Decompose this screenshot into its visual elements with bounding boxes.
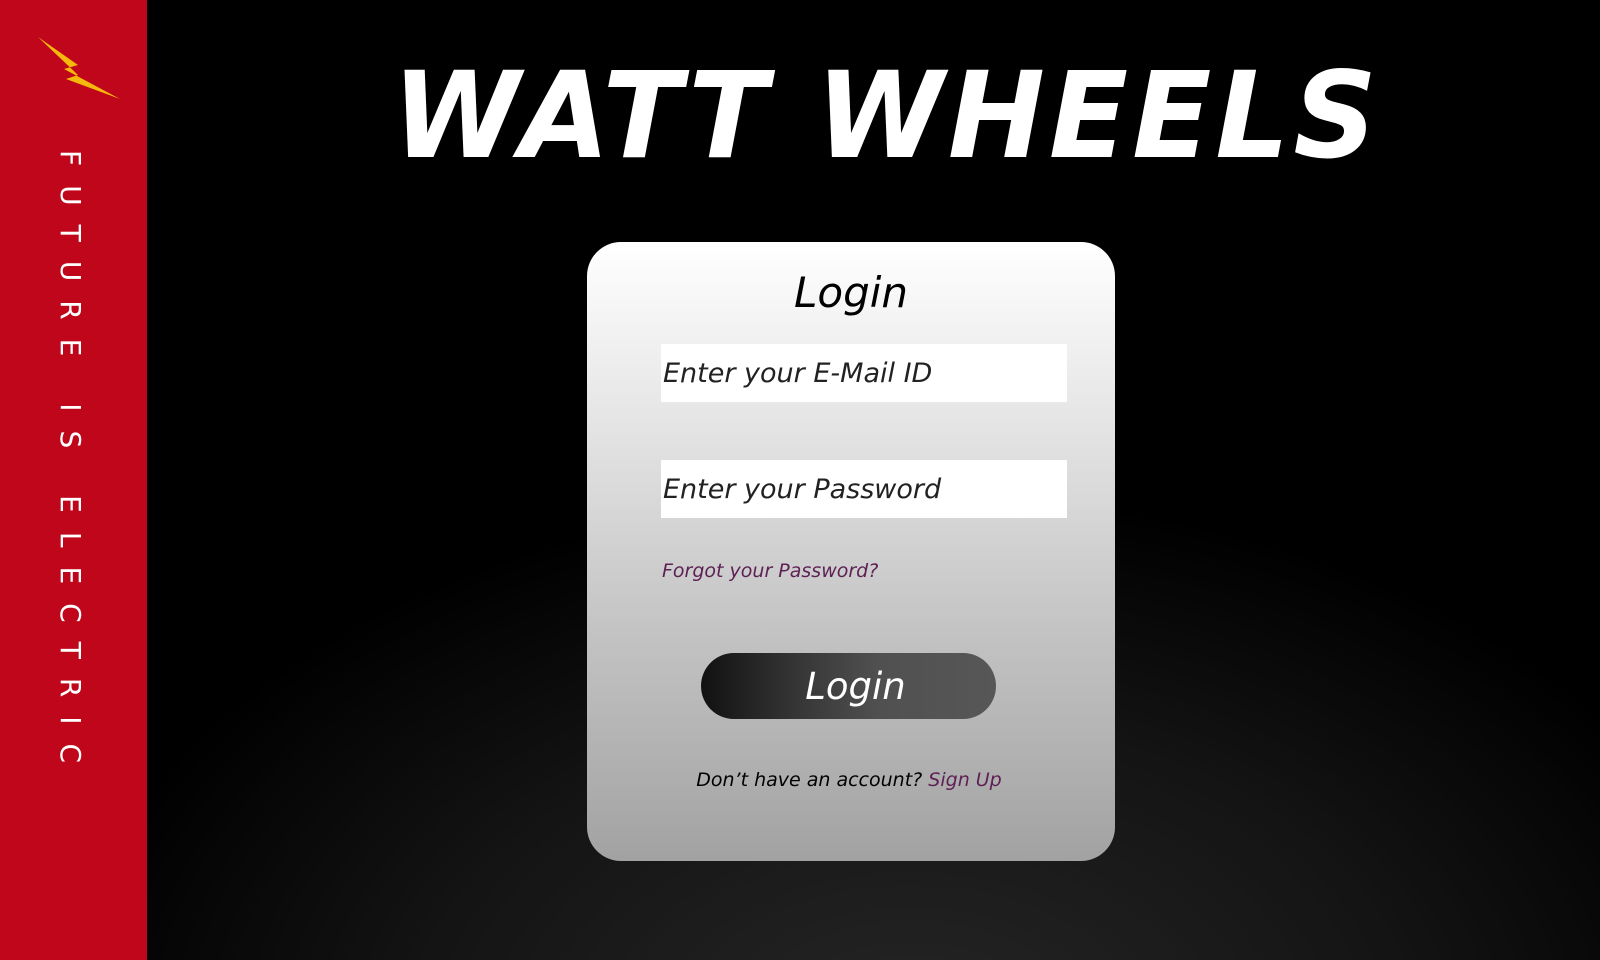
signup-row: Don’t have an account? Sign Up [587,769,1115,791]
login-card: Login Forgot your Password? Login Don’t … [587,242,1115,861]
login-button[interactable]: Login [701,653,996,719]
email-field[interactable] [661,344,1067,402]
tagline: FUTURE IS ELECTRIC [54,150,87,783]
sidebar: FUTURE IS ELECTRIC [0,0,147,960]
login-heading: Login [793,268,909,317]
brand-title: WATT WHEELS [392,46,1381,187]
password-field[interactable] [661,460,1067,518]
signup-link[interactable]: Sign Up [928,769,1001,791]
forgot-password-link[interactable]: Forgot your Password? [662,560,878,582]
lightning-bolt-icon [38,37,120,99]
signup-prompt: Don’t have an account? [696,769,923,791]
